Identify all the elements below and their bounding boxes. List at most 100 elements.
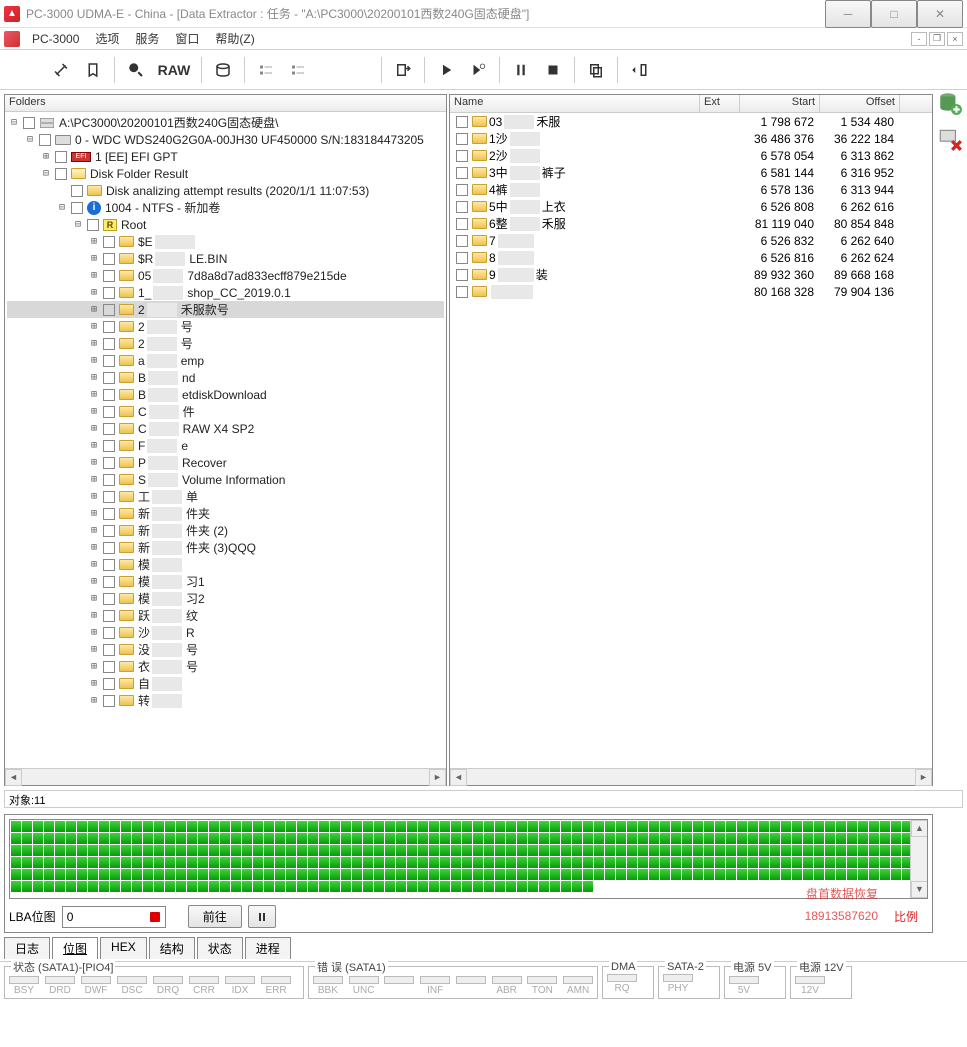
- tree-item[interactable]: ⊞Bnd: [7, 369, 444, 386]
- tree-checkbox[interactable]: [103, 644, 115, 656]
- bitmap-cell[interactable]: [99, 833, 110, 845]
- bitmap-cell[interactable]: [869, 857, 880, 869]
- bitmap-cell[interactable]: [660, 869, 671, 881]
- bitmap-cell[interactable]: [550, 869, 561, 881]
- bitmap-cell[interactable]: [319, 833, 330, 845]
- tree-checkbox[interactable]: [103, 270, 115, 282]
- bitmap-cell[interactable]: [880, 845, 891, 857]
- expand-icon[interactable]: ⊞: [39, 151, 53, 162]
- bitmap-cell[interactable]: [352, 845, 363, 857]
- bitmap-cell[interactable]: [649, 845, 660, 857]
- bitmap-cell[interactable]: [440, 881, 451, 893]
- tree-checkbox[interactable]: [71, 202, 83, 214]
- bitmap-cell[interactable]: [187, 845, 198, 857]
- script-button[interactable]: [78, 55, 108, 85]
- bitmap-cell[interactable]: [187, 833, 198, 845]
- bitmap-cell[interactable]: [66, 833, 77, 845]
- bitmap-cell[interactable]: [319, 857, 330, 869]
- bitmap-cell[interactable]: [693, 821, 704, 833]
- bitmap-cell[interactable]: [99, 869, 110, 881]
- bitmap-cell[interactable]: [66, 821, 77, 833]
- bitmap-cell[interactable]: [44, 845, 55, 857]
- bitmap-cell[interactable]: [44, 833, 55, 845]
- bitmap-cell[interactable]: [242, 869, 253, 881]
- bitmap-cell[interactable]: [550, 881, 561, 893]
- col-offset[interactable]: Offset: [820, 95, 900, 112]
- bitmap-cell[interactable]: [297, 833, 308, 845]
- bitmap-cell[interactable]: [418, 821, 429, 833]
- bitmap-cell[interactable]: [220, 881, 231, 893]
- expand-icon[interactable]: ⊞: [87, 559, 101, 570]
- bitmap-cell[interactable]: [539, 857, 550, 869]
- bitmap-cell[interactable]: [44, 857, 55, 869]
- tools-button[interactable]: [46, 55, 76, 85]
- bitmap-cell[interactable]: [22, 821, 33, 833]
- bitmap-cell[interactable]: [275, 869, 286, 881]
- expand-icon[interactable]: ⊞: [87, 644, 101, 655]
- search-button[interactable]: [121, 55, 151, 85]
- list-item[interactable]: 80 168 32879 904 136: [450, 283, 932, 300]
- bitmap-cell[interactable]: [132, 857, 143, 869]
- tree-item[interactable]: ⊞2禾服款号: [7, 301, 444, 318]
- bitmap-cell[interactable]: [891, 869, 902, 881]
- bitmap-cell[interactable]: [341, 857, 352, 869]
- bitmap-cell[interactable]: [561, 857, 572, 869]
- bitmap-cell[interactable]: [209, 833, 220, 845]
- bitmap-cell[interactable]: [825, 857, 836, 869]
- bitmap-cell[interactable]: [99, 845, 110, 857]
- bitmap-cell[interactable]: [638, 869, 649, 881]
- bitmap-cell[interactable]: [528, 881, 539, 893]
- bitmap-cell[interactable]: [704, 869, 715, 881]
- bitmap-cell[interactable]: [627, 833, 638, 845]
- bitmap-cell[interactable]: [836, 845, 847, 857]
- bitmap-cell[interactable]: [616, 857, 627, 869]
- tree-checkbox[interactable]: [23, 117, 35, 129]
- bitmap-cell[interactable]: [759, 869, 770, 881]
- bitmap-cell[interactable]: [792, 821, 803, 833]
- bitmap-cell[interactable]: [462, 869, 473, 881]
- bitmap-cell[interactable]: [55, 869, 66, 881]
- bitmap-cell[interactable]: [66, 845, 77, 857]
- bitmap-cell[interactable]: [418, 857, 429, 869]
- bitmap-cell[interactable]: [308, 833, 319, 845]
- bitmap-cell[interactable]: [33, 857, 44, 869]
- bitmap-cell[interactable]: [330, 833, 341, 845]
- bitmap-cell[interactable]: [66, 857, 77, 869]
- bitmap-cell[interactable]: [473, 869, 484, 881]
- expand-icon[interactable]: ⊞: [87, 457, 101, 468]
- bitmap-cell[interactable]: [154, 857, 165, 869]
- bitmap-cell[interactable]: [253, 881, 264, 893]
- bitmap-cell[interactable]: [462, 833, 473, 845]
- tree-checkbox[interactable]: [55, 151, 67, 163]
- bitmap-cell[interactable]: [594, 833, 605, 845]
- bitmap-cell[interactable]: [638, 845, 649, 857]
- bitmap-cell[interactable]: [561, 833, 572, 845]
- bitmap-cell[interactable]: [308, 845, 319, 857]
- tab-HEX[interactable]: HEX: [100, 937, 147, 959]
- bitmap-cell[interactable]: [495, 857, 506, 869]
- row-checkbox[interactable]: [456, 184, 468, 196]
- bitmap-cell[interactable]: [286, 881, 297, 893]
- list-item[interactable]: 9装89 932 36089 668 168: [450, 266, 932, 283]
- menu-service[interactable]: 服务: [127, 28, 167, 49]
- bitmap-cell[interactable]: [792, 857, 803, 869]
- bitmap-cell[interactable]: [473, 833, 484, 845]
- bitmap-cell[interactable]: [660, 857, 671, 869]
- list-item[interactable]: 03禾服1 798 6721 534 480: [450, 113, 932, 130]
- bitmap-cell[interactable]: [264, 845, 275, 857]
- bitmap-cell[interactable]: [33, 881, 44, 893]
- map-button-2[interactable]: [283, 55, 313, 85]
- expand-icon[interactable]: ⊟: [7, 117, 21, 128]
- expand-icon[interactable]: ⊞: [87, 593, 101, 604]
- bitmap-cell[interactable]: [539, 845, 550, 857]
- bitmap-cell[interactable]: [396, 869, 407, 881]
- bitmap-cell[interactable]: [704, 833, 715, 845]
- bitmap-cell[interactable]: [396, 821, 407, 833]
- row-checkbox[interactable]: [456, 269, 468, 281]
- tree-item[interactable]: ⊞SVolume Information: [7, 471, 444, 488]
- bitmap-cell[interactable]: [792, 845, 803, 857]
- scroll-up-icon[interactable]: ▲: [911, 820, 928, 837]
- bitmap-cell[interactable]: [528, 869, 539, 881]
- bitmap-cell[interactable]: [418, 881, 429, 893]
- bitmap-cell[interactable]: [209, 821, 220, 833]
